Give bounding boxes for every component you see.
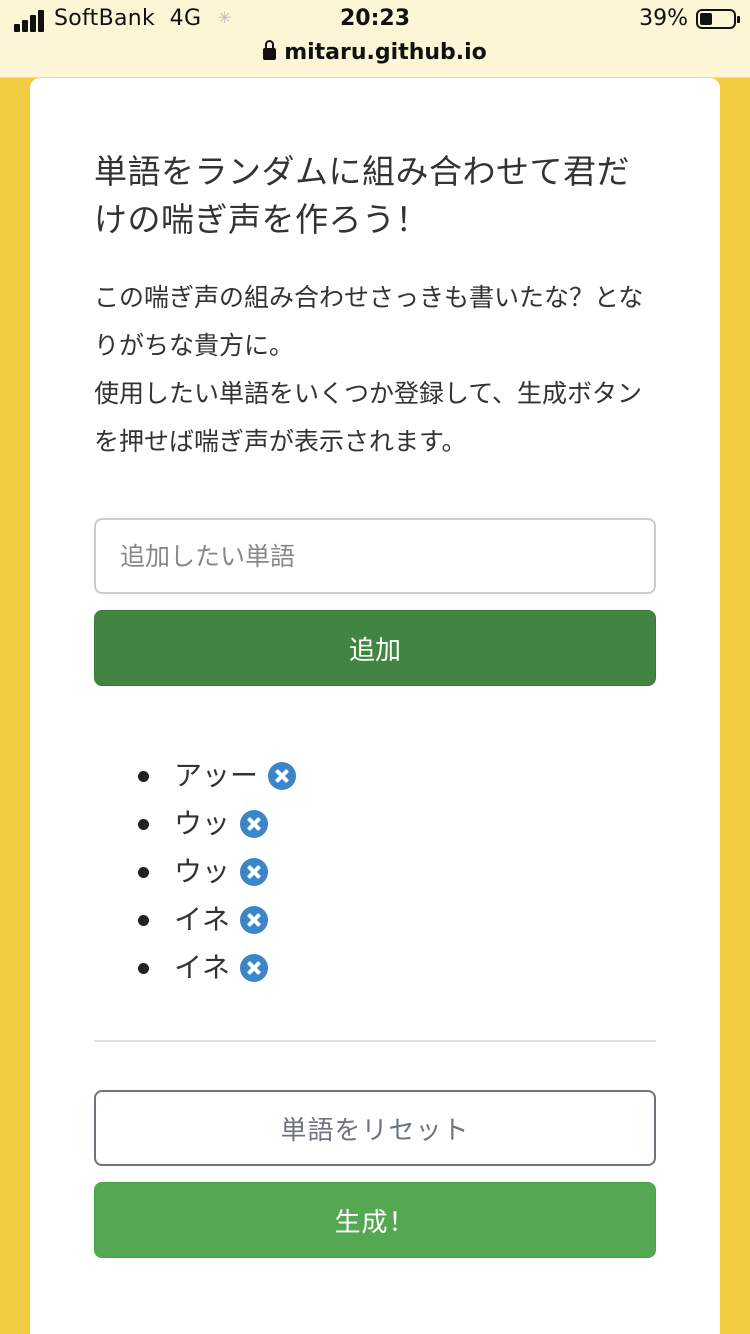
lock-icon	[263, 40, 277, 60]
word-label: アッー	[174, 759, 259, 792]
word-input[interactable]	[94, 518, 656, 594]
list-item: イネ	[138, 944, 656, 992]
divider	[94, 1040, 656, 1042]
list-item: ウッ	[138, 848, 656, 896]
page-description: この喘ぎ声の組み合わせさっきも書いたな？となりがちな貴方に。 使用したい単語をい…	[94, 274, 656, 466]
add-button[interactable]: 追加	[94, 610, 656, 686]
list-item: アッー	[138, 752, 656, 800]
status-time: 20:23	[339, 6, 411, 31]
remove-icon[interactable]	[240, 954, 269, 982]
battery-icon	[696, 9, 740, 29]
description-line: この喘ぎ声の組み合わせさっきも書いたな？となりがちな貴方に。	[94, 283, 644, 360]
url-text: mitaru.github.io	[284, 40, 487, 65]
description-line: 使用したい単語をいくつか登録して、生成ボタンを押せば喘ぎ声が表示されます。	[94, 379, 643, 456]
status-bar: SoftBank 4G ✳ 20:23 39% mitaru.github.io	[0, 0, 750, 78]
list-item: イネ	[138, 896, 656, 944]
remove-icon[interactable]	[268, 762, 297, 790]
word-list: アッー ウッ ウッ イネ イネ	[138, 752, 656, 992]
word-label: イネ	[174, 951, 231, 984]
remove-icon[interactable]	[240, 858, 269, 886]
remove-icon[interactable]	[240, 906, 269, 934]
list-item: ウッ	[138, 800, 656, 848]
remove-icon[interactable]	[240, 810, 269, 838]
generate-button[interactable]: 生成！	[94, 1182, 656, 1258]
reset-words-button[interactable]: 単語をリセット	[94, 1090, 656, 1166]
word-label: ウッ	[174, 855, 231, 888]
battery-percent: 39%	[639, 6, 688, 31]
word-label: イネ	[174, 903, 231, 936]
address-bar[interactable]: mitaru.github.io	[0, 40, 750, 65]
main-card: 単語をランダムに組み合わせて君だけの喘ぎ声を作ろう！ この喘ぎ声の組み合わせさっ…	[30, 78, 720, 1334]
word-label: ウッ	[174, 807, 231, 840]
page-title: 単語をランダムに組み合わせて君だけの喘ぎ声を作ろう！	[94, 152, 630, 239]
